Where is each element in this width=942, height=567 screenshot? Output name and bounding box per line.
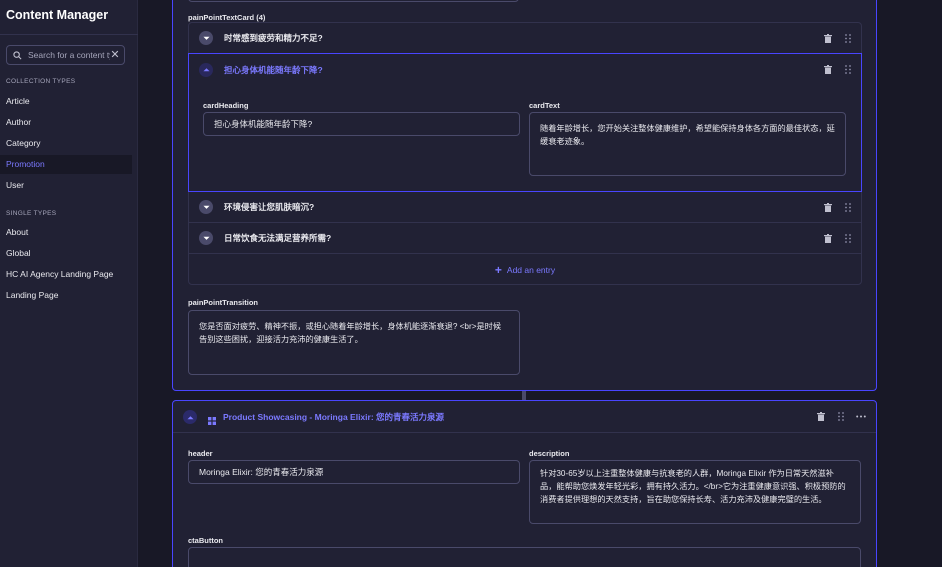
component-block: Product Showcasing - Moringa Elixir: 您的青… xyxy=(172,400,877,567)
sidebar-item-promotion[interactable]: Promotion xyxy=(0,155,132,174)
main-content: painPointTextCard (4) 时常感到疲劳和精力不足? 担心身体机… xyxy=(138,0,942,567)
sidebar: Content Manager ✕ COLLECTION TYPES Artic… xyxy=(0,0,138,567)
description-textarea[interactable]: 针对30-65岁以上注重整体健康与抗衰老的人群，Moringa Elixir 作… xyxy=(529,460,861,524)
sidebar-divider xyxy=(0,34,138,35)
cta-button-field[interactable] xyxy=(188,547,861,567)
drag-handle-icon[interactable] xyxy=(843,233,853,243)
pain-point-transition-label: painPointTransition xyxy=(188,298,259,307)
chevron-down-icon[interactable] xyxy=(199,231,213,245)
search-icon xyxy=(11,49,23,61)
pain-point-cards-label: painPointTextCard (4) xyxy=(188,13,266,22)
sidebar-item-category[interactable]: Category xyxy=(0,134,132,153)
trash-icon[interactable] xyxy=(823,202,833,212)
sidebar-item-user[interactable]: User xyxy=(0,176,132,195)
sidebar-item-landing-page[interactable]: Landing Page xyxy=(0,286,132,305)
chevron-up-icon[interactable] xyxy=(183,410,197,424)
trash-icon[interactable] xyxy=(823,233,833,243)
trash-icon[interactable] xyxy=(823,65,833,75)
accordion-item-title[interactable]: 日常饮食无法满足营养所需? xyxy=(224,232,331,244)
drag-handle-icon[interactable] xyxy=(836,412,846,422)
search-box[interactable]: ✕ xyxy=(6,45,125,65)
card-heading-input[interactable]: 担心身体机能随年龄下降? xyxy=(203,112,520,136)
cta-button-label: ctaButton xyxy=(188,536,223,545)
add-entry-label: Add an entry xyxy=(506,264,556,275)
header-input[interactable]: Moringa Elixir: 您的青春活力泉源 xyxy=(188,460,520,484)
sidebar-item-about[interactable]: About xyxy=(0,223,132,242)
accordion-item[interactable]: 环境侵害让您肌肤暗沉? xyxy=(189,192,861,223)
card-text-label: cardText xyxy=(529,101,560,110)
sidebar-item-hc-ai-agency-landing-page[interactable]: HC AI Agency Landing Page xyxy=(0,265,132,284)
sidebar-item-author[interactable]: Author xyxy=(0,113,132,132)
accordion-item-title[interactable]: 担心身体机能随年龄下降? xyxy=(224,64,323,76)
drag-handle-icon[interactable] xyxy=(843,65,853,75)
sidebar-item-global[interactable]: Global xyxy=(0,244,132,263)
component-block: painPointTextCard (4) 时常感到疲劳和精力不足? 担心身体机… xyxy=(172,0,877,391)
card-heading-label: cardHeading xyxy=(203,101,249,110)
trash-icon[interactable] xyxy=(823,33,833,43)
search-input[interactable] xyxy=(28,50,110,60)
chevron-down-icon[interactable] xyxy=(199,200,213,214)
drag-handle-icon[interactable] xyxy=(843,33,853,43)
component-grid-icon xyxy=(208,412,216,430)
component-header[interactable]: Product Showcasing - Moringa Elixir: 您的青… xyxy=(173,401,876,433)
accordion-item-title[interactable]: 时常感到疲劳和精力不足? xyxy=(224,32,323,44)
close-icon[interactable]: ✕ xyxy=(110,49,120,61)
app-title: Content Manager xyxy=(6,8,109,22)
header-label: header xyxy=(188,449,213,458)
add-entry-button[interactable]: + Add an entry xyxy=(189,254,861,285)
more-icon[interactable] xyxy=(856,412,866,422)
description-label: description xyxy=(529,449,570,458)
component-title[interactable]: Product Showcasing - Moringa Elixir: 您的青… xyxy=(223,411,444,423)
accordion-item[interactable]: 日常饮食无法满足营养所需? xyxy=(189,223,861,254)
pain-point-transition-textarea[interactable]: 您是否面对疲劳、精神不振，或担心随着年龄增长，身体机能逐渐衰退? <br>是时候… xyxy=(188,310,520,375)
pain-point-cards-accordion: 时常感到疲劳和精力不足? 担心身体机能随年龄下降? cardHeading 担心… xyxy=(188,22,862,285)
accordion-item[interactable]: 担心身体机能随年龄下降? xyxy=(189,54,861,85)
card-text-textarea[interactable]: 随着年龄增长，您开始关注整体健康维护，希望能保持身体各方面的最佳状态，延缓衰老迹… xyxy=(529,112,846,176)
accordion-item-title[interactable]: 环境侵害让您肌肤暗沉? xyxy=(224,201,314,213)
sidebar-item-article[interactable]: Article xyxy=(0,92,132,111)
single-types-label: SINGLE TYPES xyxy=(6,210,57,217)
plus-icon: + xyxy=(494,262,502,277)
chevron-up-icon[interactable] xyxy=(199,62,213,77)
accordion-item-expanded: 担心身体机能随年龄下降? cardHeading 担心身体机能随年龄下降? ca… xyxy=(188,53,862,192)
previous-field-input[interactable] xyxy=(188,0,519,2)
accordion-item[interactable]: 时常感到疲劳和精力不足? xyxy=(189,23,861,54)
collection-types-label: COLLECTION TYPES xyxy=(6,78,76,85)
chevron-down-icon[interactable] xyxy=(199,31,213,45)
trash-icon[interactable] xyxy=(816,412,826,422)
drag-handle-icon[interactable] xyxy=(843,202,853,212)
